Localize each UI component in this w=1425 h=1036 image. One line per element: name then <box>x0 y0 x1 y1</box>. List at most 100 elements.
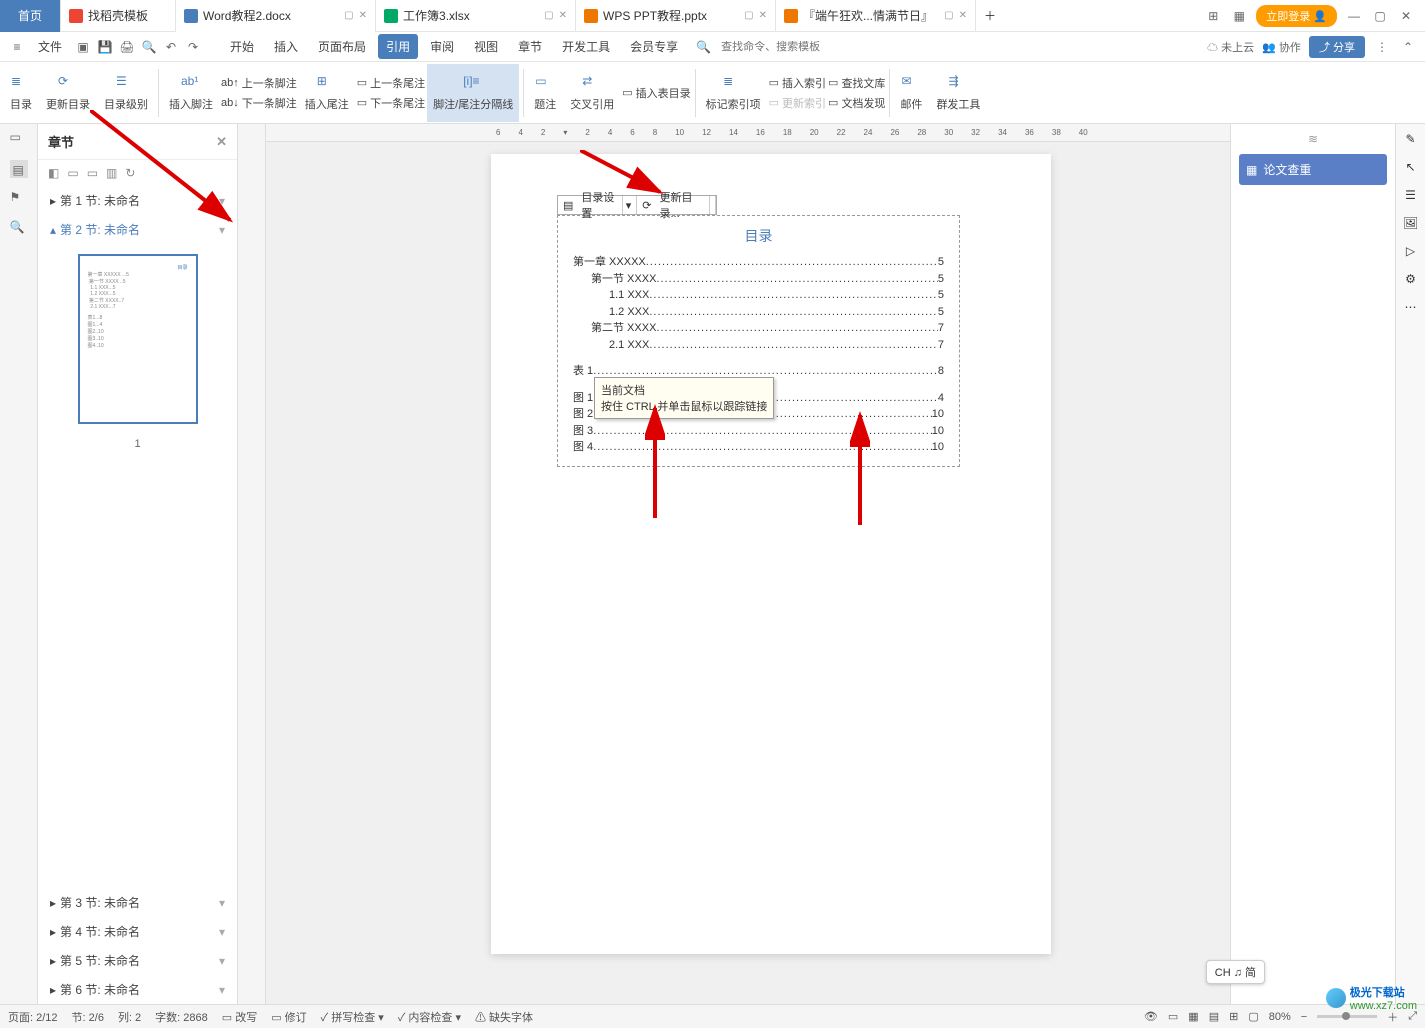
tab-doc-xlsx[interactable]: 工作簿3.xlsx ▢ ✕ <box>376 0 576 32</box>
apps-icon[interactable]: ▦ <box>1230 7 1248 25</box>
menu-dev[interactable]: 开发工具 <box>554 34 618 59</box>
share-button[interactable]: ⤴ 分享 <box>1309 36 1365 58</box>
ribbon-update-index[interactable]: ▭ 更新索引 <box>769 94 826 112</box>
zoom-value[interactable]: 80% <box>1269 1011 1291 1023</box>
minimize-icon[interactable]: — <box>1345 7 1363 25</box>
toc-entry[interactable]: 第一章 XXXXX...............................… <box>573 254 944 271</box>
toc-entry[interactable]: 1.1 XXX.................................… <box>573 287 944 304</box>
status-rewrite[interactable]: ▭ 改写 <box>222 1009 257 1025</box>
ribbon-mail[interactable]: ✉邮件 <box>894 64 928 122</box>
nav-section-4[interactable]: ▸ 第 4 节: 未命名▾ <box>38 917 237 946</box>
tab-restore-icon[interactable]: ▢ <box>344 10 353 21</box>
thumbnails-icon[interactable]: ▤ <box>10 160 28 178</box>
nav-section-3[interactable]: ▸ 第 3 节: 未命名▾ <box>38 888 237 917</box>
tab-close-icon[interactable]: ✕ <box>959 10 967 21</box>
grid-icon[interactable]: ⊞ <box>1204 7 1222 25</box>
nav-tool-1[interactable]: ◧ <box>48 166 59 180</box>
zoom-fit-icon[interactable]: ▢ <box>1248 1010 1258 1023</box>
tab-new[interactable]: ＋ <box>976 0 1004 32</box>
tab-restore-icon[interactable]: ▢ <box>944 10 953 21</box>
tab-restore-icon[interactable]: ▢ <box>544 10 553 21</box>
ribbon-prev-endnote[interactable]: ▭ 上一条尾注 <box>357 74 425 92</box>
view-print-icon[interactable]: ▭ <box>1168 1010 1178 1023</box>
img-icon[interactable]: 🖼 <box>1403 216 1418 230</box>
toc-field[interactable]: 目录 第一章 XXXXX............................… <box>557 215 960 467</box>
coop-button[interactable]: 👥 协作 <box>1262 39 1301 55</box>
ribbon-next-endnote[interactable]: ▭ 下一条尾注 <box>357 94 425 112</box>
tab-doc-ppt2[interactable]: 『端午狂欢...情满节日』 ▢ ✕ <box>776 0 976 32</box>
menu-icon[interactable]: ≡ <box>8 38 26 56</box>
tab-doc-ppt[interactable]: WPS PPT教程.pptx ▢ ✕ <box>576 0 776 32</box>
more-icon[interactable]: ⋯ <box>1405 300 1417 314</box>
cursor-icon[interactable]: ↖ <box>1405 160 1415 174</box>
menu-layout[interactable]: 页面布局 <box>310 34 374 59</box>
expand-icon[interactable]: ⌃ <box>1399 38 1417 56</box>
menu-review[interactable]: 审阅 <box>422 34 462 59</box>
print-icon[interactable]: 🖨 <box>118 38 136 56</box>
view-web-icon[interactable]: ▦ <box>1188 1010 1198 1023</box>
undo-icon[interactable]: ↶ <box>162 38 180 56</box>
nav-section-5[interactable]: ▸ 第 5 节: 未命名▾ <box>38 946 237 975</box>
ribbon-find-lib[interactable]: ▭ 查找文库 <box>828 74 885 92</box>
page-thumbnail[interactable]: 目录 第一章 XXXXX ...5 第一节 XXXX ..5 1.1 XXX..… <box>78 254 198 424</box>
more-icon[interactable]: ⋮ <box>1373 38 1391 56</box>
ribbon-crossref[interactable]: ⇄交叉引用 <box>564 64 620 122</box>
maximize-icon[interactable]: ▢ <box>1371 7 1389 25</box>
status-page[interactable]: 页面: 2/12 <box>8 1009 58 1025</box>
gear-icon[interactable]: ⚙ <box>1405 272 1416 286</box>
status-font[interactable]: ⚠ 缺失字体 <box>475 1009 533 1025</box>
nav-tool-2[interactable]: ▭ <box>67 166 78 180</box>
ribbon-next-footnote[interactable]: ab↓ 下一条脚注 <box>221 94 297 112</box>
view-outline-icon[interactable]: ▤ <box>1209 1010 1219 1023</box>
toc-entry[interactable]: 图 3.....................................… <box>573 423 944 440</box>
tab-doc-word[interactable]: Word教程2.docx ▢ ✕ <box>176 0 376 32</box>
new-icon[interactable]: ▣ <box>74 38 92 56</box>
login-button[interactable]: 立即登录 👤 <box>1256 5 1337 27</box>
status-words[interactable]: 字数: 2868 <box>155 1009 208 1025</box>
ribbon-footnote-separator[interactable]: [i]≡脚注/尾注分隔线 <box>427 64 519 122</box>
close-icon[interactable]: ✕ <box>1397 7 1415 25</box>
tab-templates[interactable]: 找稻壳模板 <box>61 0 176 32</box>
nav-section-6[interactable]: ▸ 第 6 节: 未命名▾ <box>38 975 237 1004</box>
tab-close-icon[interactable]: ✕ <box>759 10 767 21</box>
toc-entry[interactable]: 1.2 XXX.................................… <box>573 304 944 321</box>
status-revise[interactable]: ▭ 修订 <box>271 1009 306 1025</box>
tab-close-icon[interactable]: ✕ <box>559 10 567 21</box>
menu-insert[interactable]: 插入 <box>266 34 306 59</box>
menu-reference[interactable]: 引用 <box>378 34 418 59</box>
view-fullwidth-icon[interactable]: ⊞ <box>1229 1010 1238 1023</box>
status-spell[interactable]: ✓ 拼写检查 ▾ <box>321 1009 384 1025</box>
status-content[interactable]: ✓ 内容检查 ▾ <box>398 1009 461 1025</box>
menu-start[interactable]: 开始 <box>222 34 262 59</box>
view-read-icon[interactable]: 👁 <box>1144 1010 1158 1023</box>
ribbon-caption[interactable]: ▭题注 <box>528 64 562 122</box>
ribbon-group-tool[interactable]: ⇶群发工具 <box>930 64 986 122</box>
toc-entry[interactable]: 第二节 XXXX................................… <box>573 320 944 337</box>
preview-icon[interactable]: 🔍 <box>140 38 158 56</box>
menu-file[interactable]: 文件 <box>30 34 70 59</box>
ribbon-insert-index[interactable]: ▭ 插入索引 <box>769 74 826 92</box>
tab-close-icon[interactable]: ✕ <box>359 10 367 21</box>
toc-entry[interactable]: 第一节 XXXX................................… <box>573 271 944 288</box>
ribbon-doc-find[interactable]: ▭ 文档发现 <box>828 94 885 112</box>
toc-entry[interactable]: 图 4.....................................… <box>573 439 944 456</box>
ribbon-insert-fig-toc[interactable]: ▭ 插入表目录 <box>622 84 690 102</box>
menu-view[interactable]: 视图 <box>466 34 506 59</box>
play-icon[interactable]: ▷ <box>1406 244 1415 258</box>
outline-icon[interactable]: ▭ <box>10 130 28 148</box>
ribbon-prev-footnote[interactable]: ab↑ 上一条脚注 <box>221 74 297 92</box>
redo-icon[interactable]: ↷ <box>184 38 202 56</box>
ribbon-insert-endnote[interactable]: ⊞插入尾注 <box>299 64 355 122</box>
ribbon-toc[interactable]: ≣目录 <box>4 64 38 122</box>
panel-toggle-icon[interactable]: ≋ <box>1239 132 1387 146</box>
paper-check-button[interactable]: ▦论文查重 <box>1239 154 1387 185</box>
command-search[interactable] <box>721 41 861 53</box>
ribbon-update-toc[interactable]: ⟳更新目录 <box>40 64 96 122</box>
search-icon[interactable]: 🔍 <box>10 220 28 238</box>
ribbon-mark-index[interactable]: ≣标记索引项 <box>700 64 767 122</box>
tab-restore-icon[interactable]: ▢ <box>744 10 753 21</box>
zoom-out-icon[interactable]: − <box>1301 1011 1307 1023</box>
ime-indicator[interactable]: CH ♫ 简 <box>1206 960 1265 984</box>
bookmark-icon[interactable]: ⚑ <box>10 190 28 208</box>
pen-icon[interactable]: ✎ <box>1405 132 1415 146</box>
